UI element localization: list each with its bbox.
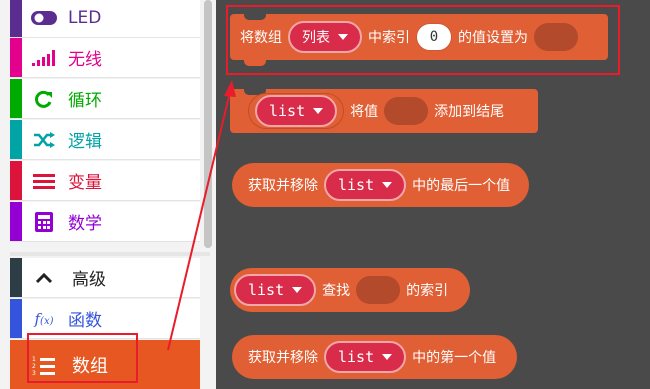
category-color-bar [10, 79, 22, 118]
category-led[interactable]: LED [10, 0, 200, 38]
highlight-box-set-block [226, 5, 620, 75]
chevron-down-icon [313, 108, 324, 114]
toggle-icon [30, 0, 58, 37]
dropdown-value: list [269, 102, 306, 120]
signal-bars-icon [30, 38, 58, 77]
list-reporter[interactable]: list [248, 93, 345, 129]
chevron-down-icon [292, 287, 303, 293]
toolbox-scrollbar[interactable] [204, 0, 212, 248]
list-variable-dropdown[interactable]: list [234, 274, 317, 306]
value-input-slot[interactable] [356, 276, 401, 304]
toolbox: LED 无线 循环 逻辑 变量 数学 高级 f(x) 函数 1 2 3 数组 [0, 0, 216, 389]
block-text: 中的最后一个值 [412, 178, 511, 194]
category-color-bar [10, 299, 22, 338]
block-text: 的索引 [406, 283, 449, 299]
category-label: 数学 [68, 214, 102, 234]
category-color-bar [10, 202, 22, 241]
chevron-up-icon [30, 258, 58, 297]
list-lines-icon [30, 161, 58, 200]
category-advanced[interactable]: 高级 [10, 258, 200, 298]
block-text: 添加到结尾 [434, 104, 505, 120]
shuffle-icon [30, 120, 58, 159]
block-text: 中的第一个值 [412, 350, 497, 366]
refresh-icon [30, 79, 58, 118]
category-color-bar [10, 120, 22, 159]
list-variable-dropdown[interactable]: list [324, 169, 407, 201]
category-color-bar [10, 258, 22, 297]
list-variable-dropdown[interactable]: list [255, 95, 338, 127]
block-add-to-end[interactable]: list 将值 添加到结尾 [230, 88, 538, 133]
chevron-down-icon [382, 182, 393, 188]
category-radio[interactable]: 无线 [10, 38, 200, 78]
category-label: LED [68, 7, 102, 28]
block-remove-first[interactable]: 获取并移除 list 中的第一个值 [232, 335, 517, 379]
block-text: 查找 [322, 283, 351, 299]
highlight-box-arrays-category [27, 333, 138, 383]
category-label: 变量 [68, 173, 102, 193]
category-color-bar [10, 161, 22, 200]
list-variable-dropdown[interactable]: list [324, 341, 407, 373]
value-input-slot[interactable] [384, 97, 429, 125]
category-label: 循环 [68, 91, 102, 111]
category-color-bar [10, 0, 22, 37]
block-text: 将值 [350, 104, 379, 120]
block-find-index[interactable]: list 查找 的索引 [230, 268, 470, 312]
calculator-icon [30, 202, 58, 241]
dropdown-value: list [248, 281, 285, 299]
dropdown-value: list [338, 348, 375, 366]
category-loops[interactable]: 循环 [10, 79, 200, 119]
block-remove-last[interactable]: 获取并移除 list 中的最后一个值 [232, 163, 529, 207]
category-label: 函数 [68, 311, 102, 331]
category-label: 逻辑 [68, 132, 102, 152]
category-math[interactable]: 数学 [10, 202, 200, 242]
chevron-down-icon [382, 354, 393, 360]
category-logic[interactable]: 逻辑 [10, 120, 200, 160]
toolbox-divider [10, 252, 210, 256]
category-variables[interactable]: 变量 [10, 161, 200, 201]
block-text: 获取并移除 [248, 178, 318, 194]
dropdown-value: list [338, 176, 375, 194]
category-color-bar [10, 38, 22, 77]
block-text: 获取并移除 [248, 350, 318, 366]
category-label: 高级 [72, 270, 106, 290]
category-label: 无线 [68, 50, 102, 70]
